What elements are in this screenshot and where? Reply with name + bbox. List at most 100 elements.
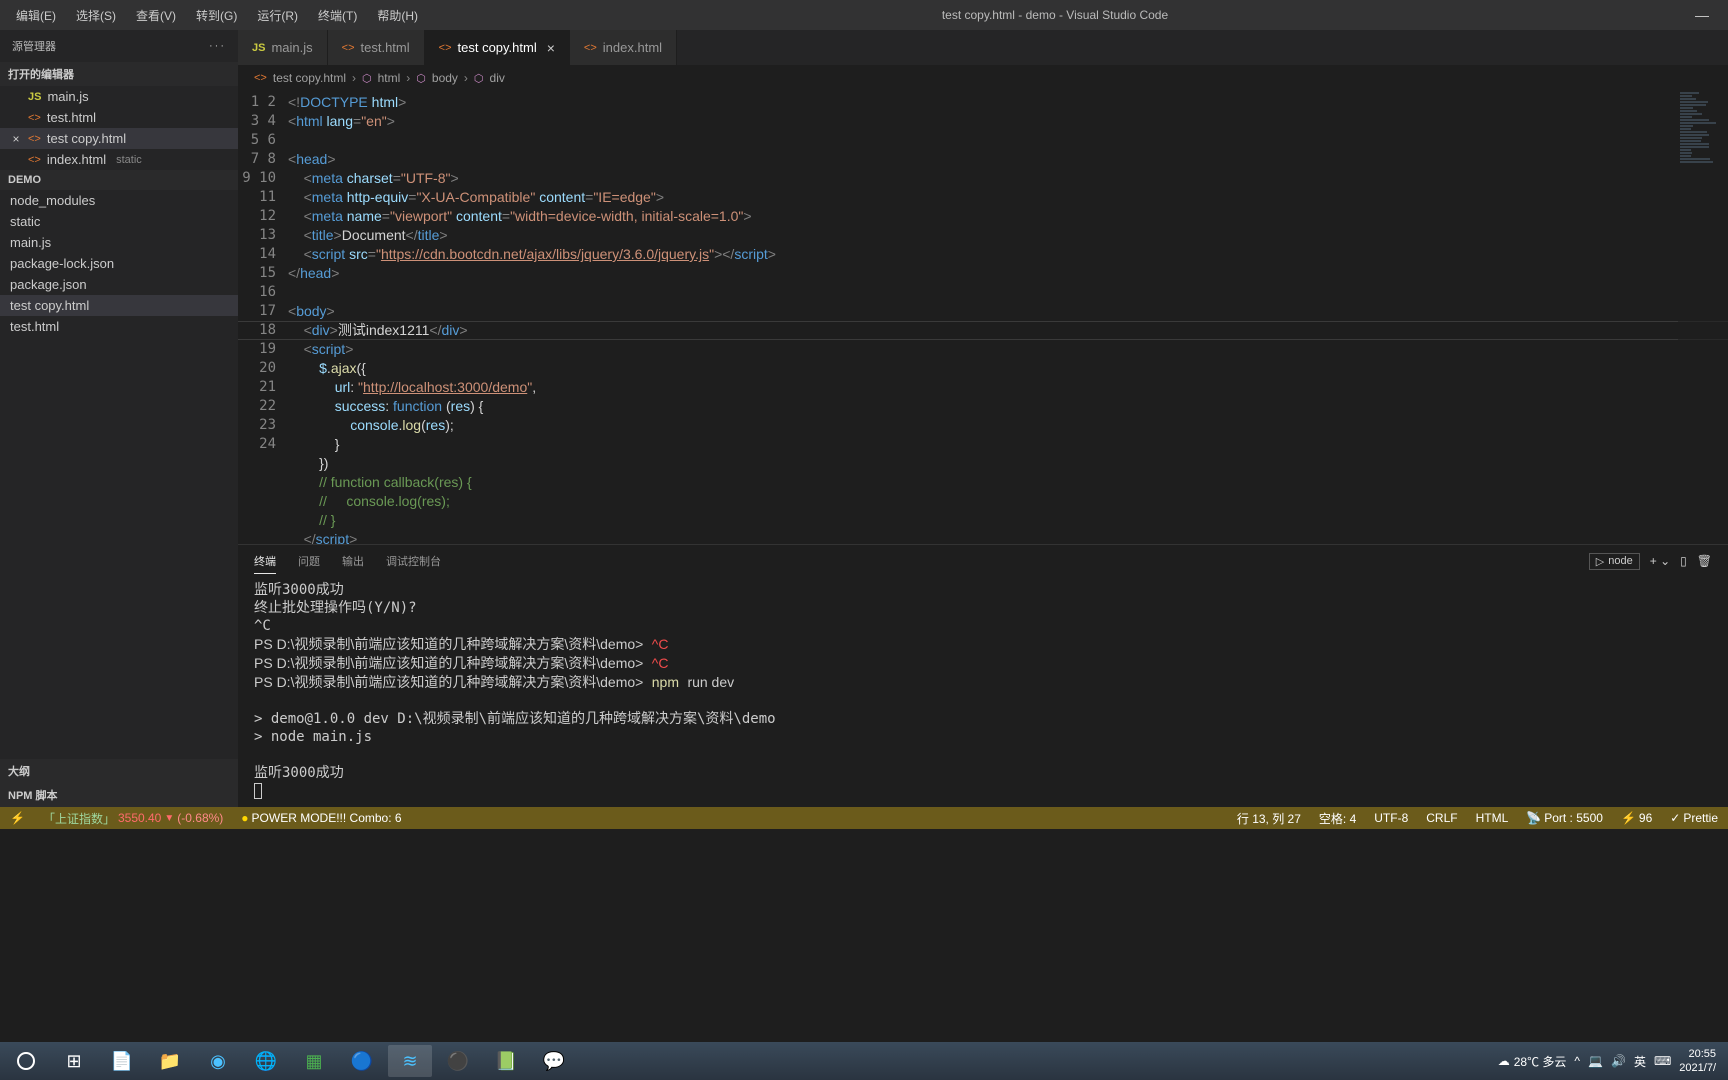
symbol-icon: ⬡ (416, 72, 426, 85)
open-editor-item[interactable]: <> test.html (0, 107, 238, 128)
code-content[interactable]: <!DOCTYPE html><html lang="en"> <head> <… (288, 91, 1728, 544)
liveserver-status[interactable]: 📡 Port : 5500 (1522, 811, 1607, 825)
file-name: test.html (47, 110, 96, 125)
file-item[interactable]: main.js (0, 232, 238, 253)
sidebar-explorer: 源管理器 ··· 打开的编辑器 JS main.js <> test.html … (0, 30, 238, 807)
wechat-icon[interactable]: 💬 (532, 1045, 576, 1077)
file-item[interactable]: package.json (0, 274, 238, 295)
add-terminal-icon[interactable]: + ⌄ (1650, 554, 1670, 568)
zap-status[interactable]: ⚡ 96 (1617, 811, 1656, 825)
eol-status[interactable]: CRLF (1422, 811, 1461, 825)
network-icon[interactable]: 💻 (1588, 1054, 1603, 1068)
file-explorer-icon[interactable]: 📁 (148, 1045, 192, 1077)
weather-widget[interactable]: ☁ 28℃ 多云 (1498, 1053, 1567, 1070)
clock[interactable]: 20:55 2021/7/ (1679, 1047, 1716, 1075)
file-item[interactable]: package-lock.json (0, 253, 238, 274)
powermode-status[interactable]: ● POWER MODE!!! Combo: 6 (237, 811, 405, 825)
npm-scripts-header[interactable]: NPM 脚本 (0, 783, 238, 807)
demo-header[interactable]: DEMO (0, 170, 238, 190)
ime-status[interactable]: 英 (1634, 1053, 1646, 1070)
panel-right-controls: ▷ node + ⌄ ▯ 🗑 (1589, 553, 1712, 570)
open-editor-item[interactable]: JS main.js (0, 86, 238, 107)
app-icon[interactable]: ⚫ (436, 1045, 480, 1077)
chrome-icon[interactable]: 🌐 (244, 1045, 288, 1077)
menu-select[interactable]: 选择(S) (68, 3, 124, 28)
app-icon[interactable]: 🔵 (340, 1045, 384, 1077)
split-terminal-icon[interactable]: ▯ (1680, 554, 1687, 568)
symbol-icon: ⬡ (474, 72, 484, 85)
crumb[interactable]: body (432, 71, 458, 85)
terminal-profile[interactable]: ▷ node (1589, 553, 1640, 570)
editor-area: JS main.js <> test.html <> test copy.htm… (238, 30, 1728, 807)
crumb[interactable]: div (490, 71, 505, 85)
panel-tab-output[interactable]: 输出 (342, 549, 364, 573)
outline-header[interactable]: 大纲 (0, 759, 238, 783)
menu-view[interactable]: 查看(V) (128, 3, 184, 28)
file-name: index.html (47, 152, 106, 167)
crumb[interactable]: test copy.html (273, 71, 346, 85)
open-editor-item[interactable]: <> index.html static (0, 149, 238, 170)
edge-icon[interactable]: ◉ (196, 1045, 240, 1077)
open-editor-item[interactable]: × <> test copy.html (0, 128, 238, 149)
tab-mainjs[interactable]: JS main.js (238, 30, 328, 65)
minimap[interactable] (1678, 91, 1728, 544)
html-icon: <> (28, 112, 41, 124)
terminal-output[interactable]: 监听3000成功 终止批处理操作吗(Y/N)? ^C PS D:\视频录制\前端… (238, 577, 1728, 807)
tab-testhtml[interactable]: <> test.html (328, 30, 425, 65)
panel-tab-problems[interactable]: 问题 (298, 549, 320, 573)
menu-go[interactable]: 转到(G) (188, 3, 245, 28)
start-button[interactable] (4, 1045, 48, 1077)
panel-tab-debug[interactable]: 调试控制台 (386, 549, 441, 573)
language-status[interactable]: HTML (1472, 811, 1513, 825)
html-icon: <> (28, 154, 41, 166)
trash-icon[interactable]: 🗑 (1697, 554, 1712, 568)
main-area: 源管理器 ··· 打开的编辑器 JS main.js <> test.html … (0, 30, 1728, 807)
tab-testcopyhtml[interactable]: <> test copy.html × (425, 30, 570, 65)
close-icon[interactable]: × (10, 132, 22, 146)
crumb[interactable]: html (378, 71, 401, 85)
window-title: test copy.html - demo - Visual Studio Co… (426, 8, 1684, 22)
file-item[interactable]: test copy.html (0, 295, 238, 316)
panel-tab-terminal[interactable]: 终端 (254, 549, 276, 574)
folder-item[interactable]: node_modules (0, 190, 238, 211)
menu-run[interactable]: 运行(R) (249, 3, 306, 28)
tray-up-icon[interactable]: ^ (1574, 1054, 1580, 1068)
vscode-icon[interactable]: ≋ (388, 1045, 432, 1077)
encoding-status[interactable]: UTF-8 (1370, 811, 1412, 825)
cursor-position[interactable]: 行 13, 列 27 (1233, 810, 1305, 827)
stock-ticker[interactable]: 「上证指数」 3550.40 ▼ (-0.68%) (39, 810, 227, 827)
down-icon: ▼ (164, 813, 174, 824)
panel-tabs: 终端 问题 输出 调试控制台 ▷ node + ⌄ ▯ 🗑 (238, 545, 1728, 577)
minimize-icon[interactable]: — (1684, 7, 1720, 23)
task-view-icon[interactable]: ⊞ (52, 1045, 96, 1077)
volume-icon[interactable]: 🔊 (1611, 1054, 1626, 1068)
folder-item[interactable]: static (0, 211, 238, 232)
chevron-right-icon: › (406, 71, 410, 85)
file-name: package.json (10, 277, 87, 292)
indent-status[interactable]: 空格: 4 (1315, 810, 1360, 827)
line-numbers: 1 2 3 4 5 6 7 8 9 10 11 12 13 14 15 16 1… (238, 91, 288, 544)
code-editor[interactable]: 1 2 3 4 5 6 7 8 9 10 11 12 13 14 15 16 1… (238, 91, 1728, 544)
system-tray: ☁ 28℃ 多云 ^ 💻 🔊 英 ⌨ 20:55 2021/7/ (1498, 1047, 1724, 1075)
open-editors-header[interactable]: 打开的编辑器 (0, 62, 238, 86)
menu-terminal[interactable]: 终端(T) (310, 3, 365, 28)
app-icon-green[interactable]: ▦ (292, 1045, 336, 1077)
file-item[interactable]: test.html (0, 316, 238, 337)
folder-name: node_modules (10, 193, 95, 208)
prettier-status[interactable]: ✓ Prettie (1666, 811, 1722, 825)
title-bar: 编辑(E) 选择(S) 查看(V) 转到(G) 运行(R) 终端(T) 帮助(H… (0, 0, 1728, 30)
breadcrumb[interactable]: <> test copy.html › ⬡ html › ⬡ body › ⬡ … (238, 65, 1728, 91)
chevron-right-icon: › (464, 71, 468, 85)
file-name: main.js (47, 89, 88, 104)
ime-icon[interactable]: ⌨ (1654, 1054, 1671, 1068)
js-icon: JS (252, 42, 265, 54)
app-icon[interactable]: 📗 (484, 1045, 528, 1077)
remote-icon[interactable]: ⚡ (6, 811, 29, 825)
more-icon[interactable]: ··· (209, 40, 226, 52)
tab-indexhtml[interactable]: <> index.html (570, 30, 677, 65)
menu-help[interactable]: 帮助(H) (369, 3, 426, 28)
close-icon[interactable]: × (547, 40, 555, 56)
html-icon: <> (439, 42, 452, 54)
app-icon[interactable]: 📄 (100, 1045, 144, 1077)
menu-edit[interactable]: 编辑(E) (8, 3, 64, 28)
